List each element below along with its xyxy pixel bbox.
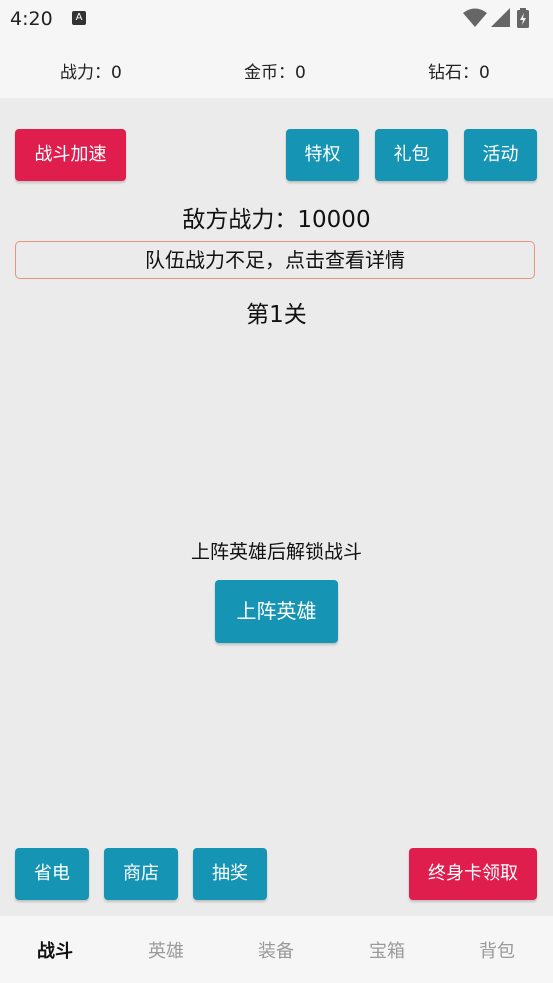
notification-icon: A — [72, 11, 86, 25]
battle-speed-up-button[interactable]: 战斗加速 — [15, 129, 126, 181]
lifetime-card-button[interactable]: 终身卡领取 — [409, 848, 537, 900]
unlock-hint: 上阵英雄后解锁战斗 — [190, 541, 362, 563]
diamond-label: 钻石：0 — [428, 63, 490, 83]
tab-battle[interactable]: 战斗 — [15, 937, 95, 963]
lottery-button[interactable]: 抽奖 — [193, 848, 267, 900]
bottom-nav: 战斗 英雄 装备 宝箱 背包 — [0, 916, 553, 983]
status-time: 4:20 — [10, 8, 53, 30]
level-title: 第1关 — [246, 302, 307, 328]
status-icons — [463, 8, 543, 28]
gold-label: 金币：0 — [244, 63, 306, 83]
resource-bar: 战力：0 金币：0 钻石：0 — [0, 38, 553, 98]
tab-chest[interactable]: 宝箱 — [347, 937, 427, 963]
tab-backpack[interactable]: 背包 — [457, 937, 537, 963]
privilege-button[interactable]: 特权 — [286, 129, 359, 181]
gift-pack-button[interactable]: 礼包 — [375, 129, 448, 181]
team-power-notice[interactable]: 队伍战力不足，点击查看详情 — [15, 241, 535, 279]
power-label: 战力：0 — [60, 63, 122, 83]
enemy-power: 敌方战力：10000 — [182, 207, 371, 233]
status-bar: 4:20 A — [0, 0, 553, 38]
deploy-hero-button[interactable]: 上阵英雄 — [215, 580, 338, 643]
signal-icon — [491, 8, 510, 27]
battery-charging-icon — [517, 8, 529, 28]
event-button[interactable]: 活动 — [464, 129, 537, 181]
shop-button[interactable]: 商店 — [104, 848, 178, 900]
power-save-button[interactable]: 省电 — [15, 848, 89, 900]
tab-equipment[interactable]: 装备 — [236, 937, 316, 963]
wifi-icon — [463, 8, 487, 27]
tab-heroes[interactable]: 英雄 — [126, 937, 206, 963]
